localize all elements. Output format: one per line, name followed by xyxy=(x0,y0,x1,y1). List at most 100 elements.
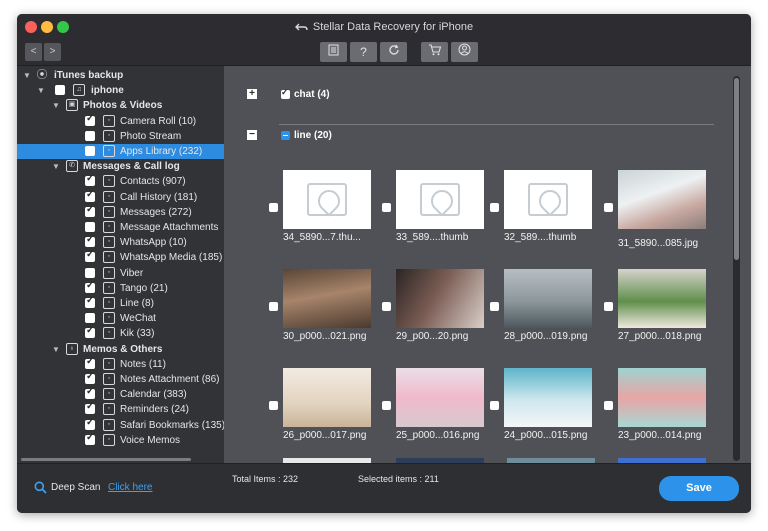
deep-scan-link[interactable]: Click here xyxy=(108,482,152,493)
thumbnail-image-cake[interactable] xyxy=(283,368,371,427)
checkbox[interactable] xyxy=(85,356,95,369)
thumbnail-image-flower[interactable] xyxy=(396,368,484,427)
thumbnail-image-room[interactable] xyxy=(283,269,371,328)
log-report-button[interactable] xyxy=(320,42,347,62)
checkbox[interactable] xyxy=(85,267,95,278)
thumbnail-checkbox[interactable] xyxy=(269,203,278,212)
checkbox[interactable] xyxy=(85,417,95,430)
checkbox[interactable] xyxy=(85,401,95,415)
sidebar-tree[interactable]: ▼ ⦿ iTunes backup ▼ ♫ iphone ▼ ▣ Photos & Videos… xyxy=(17,66,224,463)
thumbnail-checkbox[interactable] xyxy=(490,203,499,212)
tree-item[interactable]: ◦ Line (8) xyxy=(17,295,224,311)
checkbox[interactable] xyxy=(85,295,95,308)
checkbox[interactable] xyxy=(85,325,95,339)
expand-triangle-icon[interactable]: ▼ xyxy=(52,162,60,171)
thumbnail-checkbox[interactable] xyxy=(604,302,613,311)
back-button[interactable]: < xyxy=(25,43,42,61)
expand-triangle-icon[interactable]: ▼ xyxy=(52,345,60,354)
checkbox[interactable] xyxy=(85,234,95,248)
tree-item[interactable]: ◦ Voice Memos xyxy=(17,432,224,448)
tree-item[interactable]: ◦ Call History (181) xyxy=(17,189,224,205)
tree-item[interactable]: ◦ Kik (33) xyxy=(17,325,224,341)
checkbox[interactable] xyxy=(85,432,95,445)
collapse-line-button[interactable]: − xyxy=(247,130,257,140)
tree-item[interactable]: ◦ Messages (272) xyxy=(17,204,224,220)
checkbox[interactable] xyxy=(85,146,95,156)
refresh-button[interactable] xyxy=(380,42,407,62)
thumbnail-placeholder[interactable] xyxy=(504,170,592,229)
thumbnail-checkbox[interactable] xyxy=(269,401,278,410)
thumbnail-checkbox[interactable] xyxy=(604,203,613,212)
thumbnail-checkbox[interactable] xyxy=(382,302,391,311)
expand-triangle-icon[interactable]: ▼ xyxy=(37,86,45,95)
tree-item[interactable]: ◦ Contacts (907) xyxy=(17,173,224,189)
buy-button[interactable] xyxy=(421,42,448,62)
expand-triangle-icon[interactable]: ▼ xyxy=(23,71,31,80)
expand-triangle-icon[interactable]: ▼ xyxy=(52,101,60,110)
tree-item[interactable]: ◦ Notes Attachment (86) xyxy=(17,371,224,387)
tree-item[interactable]: ◦ WeChat xyxy=(17,311,224,326)
thumbnail-image-dark-still[interactable] xyxy=(396,269,484,328)
minimize-window-button[interactable] xyxy=(41,21,53,33)
thumbnail-placeholder[interactable] xyxy=(396,170,484,229)
checkbox[interactable] xyxy=(85,280,95,293)
thumbnail-image-plant[interactable] xyxy=(618,269,706,328)
chat-group-checkbox[interactable]: ✓ xyxy=(281,87,290,99)
thumbnail-checkbox[interactable] xyxy=(382,203,391,212)
tree-item[interactable]: ◦ Photo Stream xyxy=(17,129,224,144)
tree-item[interactable]: ◦ Camera Roll (10) xyxy=(17,113,224,129)
checkbox[interactable] xyxy=(85,249,95,263)
checkbox[interactable] xyxy=(85,386,95,400)
checkbox[interactable] xyxy=(85,313,95,324)
tree-item-iphone[interactable]: ▼ ♫ iphone xyxy=(17,83,224,98)
tree-item[interactable]: ◦ Message Attachments xyxy=(17,220,224,235)
checkbox[interactable] xyxy=(85,189,95,202)
tree-item[interactable]: ◦ Notes (11) xyxy=(17,356,224,372)
tree-item[interactable]: ◦ Safari Bookmarks (135) xyxy=(17,417,224,433)
forward-button[interactable]: > xyxy=(44,43,61,61)
thumbnail-image-teacup[interactable] xyxy=(618,170,706,229)
save-button[interactable]: Save xyxy=(659,476,739,501)
zoom-window-button[interactable] xyxy=(57,21,69,33)
thumbnail-image-city-rain[interactable] xyxy=(504,269,592,328)
checkbox[interactable] xyxy=(85,204,95,217)
preview-area: + ✓ chat (4) − line (20) 34_5890...7.thu… xyxy=(224,66,751,463)
tree-group-1[interactable]: ▼ ✆ Messages & Call log xyxy=(17,159,224,174)
checkbox[interactable] xyxy=(85,222,95,232)
thumbnail-placeholder[interactable] xyxy=(283,170,371,229)
thumbnail-image-clouds[interactable] xyxy=(504,368,592,427)
close-window-button[interactable] xyxy=(25,21,37,33)
tree-item[interactable]: ◦ Calendar (383) xyxy=(17,386,224,402)
tree-group-0[interactable]: ▼ ▣ Photos & Videos xyxy=(17,98,224,113)
tree-item-label: Viber xyxy=(120,267,144,279)
line-group-checkbox[interactable] xyxy=(281,131,290,140)
checkbox[interactable] xyxy=(85,130,95,141)
thumbnail-checkbox[interactable] xyxy=(382,401,391,410)
reminders-icon: ◦ xyxy=(103,403,115,416)
tree-item[interactable]: ◦ WhatsApp Media (185) xyxy=(17,249,224,265)
tree-item[interactable]: ◦ Tango (21) xyxy=(17,280,224,296)
tree-item-label: Reminders (24) xyxy=(120,404,189,416)
tree-group-2[interactable]: ▼ ♁ Memos & Others xyxy=(17,342,224,357)
thumbnail-checkbox[interactable] xyxy=(604,401,613,410)
scrollbar-thumb[interactable] xyxy=(734,78,739,260)
checkbox[interactable] xyxy=(85,371,95,384)
vertical-scrollbar[interactable] xyxy=(733,76,740,461)
tree-item-itunes-backup[interactable]: ▼ ⦿ iTunes backup xyxy=(17,68,224,83)
tree-item[interactable]: ◦ Apps Library (232) xyxy=(17,144,224,159)
thumbnail-checkbox[interactable] xyxy=(490,401,499,410)
tree-item[interactable]: ◦ WhatsApp (10) xyxy=(17,234,224,250)
checkbox[interactable] xyxy=(85,173,95,187)
tree-item[interactable]: ◦ Viber xyxy=(17,266,224,281)
expand-chat-button[interactable]: + xyxy=(247,89,257,99)
thumbnail-checkbox[interactable] xyxy=(269,302,278,311)
thumbnail-checkbox[interactable] xyxy=(490,302,499,311)
sidebar-horizontal-scrollbar[interactable] xyxy=(21,458,191,461)
group-divider xyxy=(279,124,714,125)
help-button[interactable]: ? xyxy=(350,42,377,62)
account-button[interactable] xyxy=(451,42,478,62)
tree-item[interactable]: ◦ Reminders (24) xyxy=(17,401,224,417)
checkbox[interactable] xyxy=(85,113,95,126)
thumbnail-image-balloons[interactable] xyxy=(618,368,706,427)
checkbox[interactable] xyxy=(55,85,65,96)
